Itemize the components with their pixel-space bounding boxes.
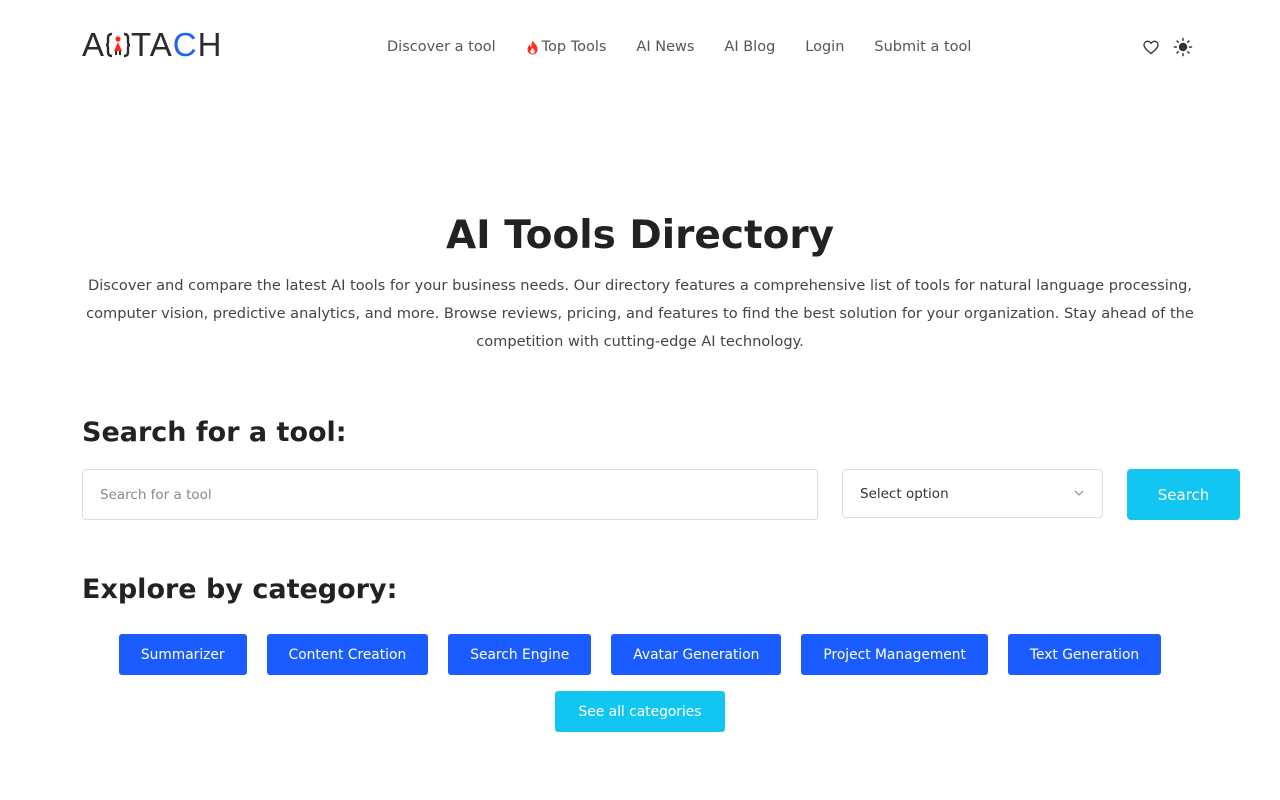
logo-letters-ta: TA (131, 26, 173, 63)
site-header: A TA C H Discover a tool Top Tools AI Ne… (0, 0, 1280, 92)
nav-discover-tool[interactable]: Discover a tool (387, 39, 496, 55)
category-project-management[interactable]: Project Management (801, 634, 988, 675)
page-title: AI Tools Directory (445, 213, 835, 258)
logo-letter-a: A (82, 26, 106, 63)
fire-icon (526, 40, 539, 55)
logo-letter-c: C (172, 26, 198, 63)
main-nav: Discover a tool Top Tools AI News AI Blo… (387, 36, 1001, 58)
heart-icon[interactable] (1141, 37, 1161, 57)
nav-submit-tool[interactable]: Submit a tool (874, 39, 971, 55)
category-select[interactable]: Select option (842, 469, 1103, 518)
nav-ai-news[interactable]: AI News (636, 39, 694, 55)
header-icons (1141, 37, 1205, 57)
category-text-generation[interactable]: Text Generation (1007, 634, 1162, 675)
category-list: Summarizer Content Creation Search Engin… (0, 634, 1280, 675)
chevron-down-icon (1073, 487, 1085, 499)
category-section-title: Explore by category: (82, 574, 398, 605)
logo-letter-h: H (197, 26, 223, 63)
category-search-engine[interactable]: Search Engine (448, 634, 592, 675)
sun-icon[interactable] (1173, 37, 1193, 57)
see-all-categories-button[interactable]: See all categories (555, 691, 725, 732)
category-select-value: Select option (860, 485, 949, 502)
site-logo[interactable]: A TA C H (82, 26, 222, 63)
category-avatar-generation[interactable]: Avatar Generation (611, 634, 782, 675)
page-description: Discover and compare the latest AI tools… (86, 277, 1194, 350)
category-summarizer[interactable]: Summarizer (118, 634, 247, 675)
nav-ai-blog[interactable]: AI Blog (724, 39, 775, 55)
category-content-creation[interactable]: Content Creation (266, 634, 429, 675)
search-section-title: Search for a tool: (82, 417, 347, 448)
search-input[interactable] (82, 469, 818, 520)
nav-login[interactable]: Login (805, 39, 844, 55)
logo-robot-icon (106, 31, 131, 59)
search-button[interactable]: Search (1127, 469, 1240, 520)
nav-top-tools[interactable]: Top Tools (526, 39, 606, 55)
